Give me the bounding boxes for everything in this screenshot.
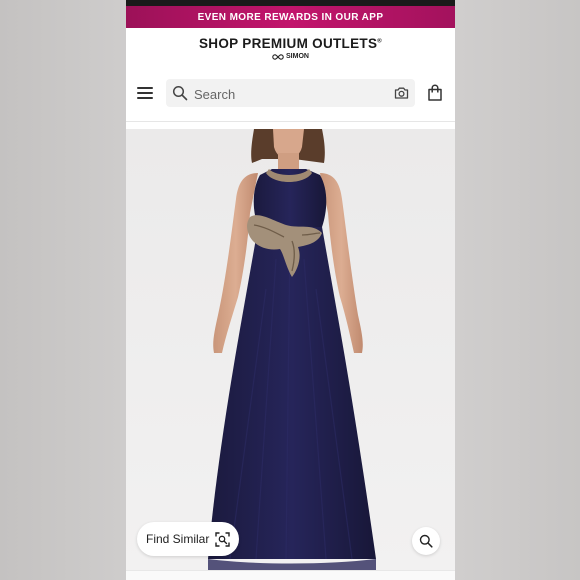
bottom-strip <box>126 570 455 580</box>
model-in-navy-halter-gown <box>208 129 376 570</box>
find-similar-button[interactable]: Find Similar <box>137 522 239 556</box>
image-scan-icon <box>215 531 231 547</box>
promo-banner-text: EVEN MORE REWARDS IN OUR APP <box>197 11 384 23</box>
simon-logo-icon <box>272 53 284 60</box>
search-input[interactable] <box>192 83 386 105</box>
brand-logo[interactable]: SHOP PREMIUM OUTLETS® SIMON <box>126 36 455 60</box>
brand-subtitle-text: SIMON <box>286 53 309 60</box>
brand-title: SHOP PREMIUM OUTLETS® <box>126 36 455 51</box>
promo-banner[interactable]: EVEN MORE REWARDS IN OUR APP <box>126 6 455 28</box>
shopping-bag-icon[interactable] <box>427 84 443 102</box>
hamburger-menu-icon[interactable] <box>137 87 153 99</box>
brand-trademark: ® <box>377 38 382 45</box>
zoom-button[interactable] <box>412 527 440 555</box>
brand-title-text: SHOP PREMIUM OUTLETS <box>199 36 378 51</box>
product-image[interactable] <box>126 129 455 570</box>
search-bar[interactable] <box>166 79 415 107</box>
header-divider <box>126 121 455 122</box>
app-screen: EVEN MORE REWARDS IN OUR APP SHOP PREMIU… <box>126 0 455 580</box>
find-similar-label: Find Similar <box>146 532 210 546</box>
brand-subtitle: SIMON <box>126 53 455 60</box>
camera-icon[interactable] <box>394 86 409 100</box>
search-icon <box>172 85 188 101</box>
zoom-icon <box>419 534 433 548</box>
